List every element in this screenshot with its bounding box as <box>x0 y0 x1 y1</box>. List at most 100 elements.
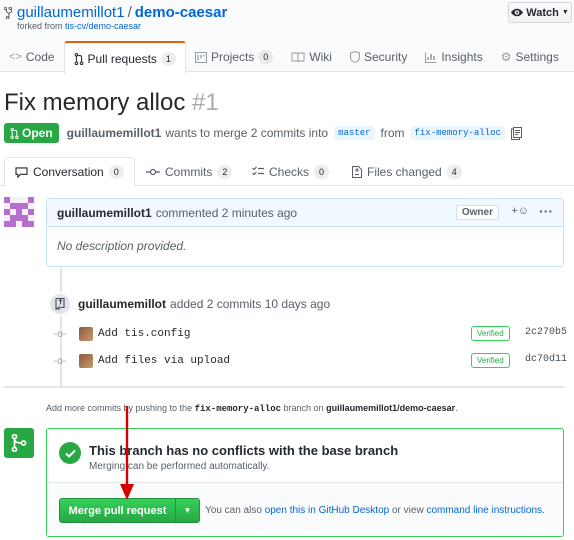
repo-nav: <> Code Pull requests 1 Projects 0 Wiki … <box>0 41 568 74</box>
avatar[interactable] <box>79 327 93 341</box>
status-badge: Open <box>4 123 59 143</box>
comment-header: guillaumemillot1 commented 2 minutes ago… <box>47 199 563 227</box>
watch-label: Watch <box>526 6 559 19</box>
tab-code-label: Code <box>25 50 55 64</box>
tab-insights[interactable]: Insights <box>416 41 491 73</box>
tab-commits-label: Commits <box>165 164 213 179</box>
add-reaction-button[interactable]: +☺ <box>511 205 529 217</box>
fork-icon <box>4 7 13 20</box>
tab-pull-requests[interactable]: Pull requests 1 <box>63 41 186 74</box>
identicon-icon <box>4 197 34 227</box>
eye-icon <box>511 8 524 17</box>
tab-settings-label: Settings <box>515 50 559 64</box>
command-line-link[interactable]: command line instructions <box>426 505 542 516</box>
status-label: Open <box>22 126 53 140</box>
push-hint-middle: branch on <box>283 403 324 413</box>
timeline-action: added 2 commits 10 days ago <box>170 297 331 311</box>
commit-message-link[interactable]: Add tis.config <box>98 328 190 340</box>
comment-box: guillaumemillot1 commented 2 minutes ago… <box>46 198 564 267</box>
tab-wiki-label: Wiki <box>309 50 332 64</box>
merge-actions: Merge pull request ▼ You can also open t… <box>47 482 563 536</box>
timeline-author-link[interactable]: guillaumemillot <box>78 297 166 311</box>
tab-commits-count: 2 <box>217 164 233 179</box>
push-hint-repo: guillaumemillot1/demo-caesar <box>326 403 456 413</box>
merge-method-dropdown[interactable]: ▼ <box>175 498 200 523</box>
tab-settings[interactable]: ⚙ Settings <box>492 41 568 73</box>
base-branch[interactable]: master <box>334 126 375 140</box>
forked-from-text: forked from tis-cv/demo-caesar <box>17 21 141 31</box>
commit-sha-link[interactable]: dc70d11 <box>525 354 567 365</box>
tab-projects[interactable]: Projects 0 <box>186 41 282 73</box>
tab-conversation-count: 0 <box>108 165 124 179</box>
merge-box: This branch has no conflicts with the ba… <box>46 428 564 537</box>
clipboard-icon[interactable] <box>510 126 522 140</box>
merge-hint: You can also open this in GitHub Desktop… <box>205 505 545 516</box>
tab-wiki[interactable]: Wiki <box>282 41 341 73</box>
timeline-event: guillaumemillot added 2 commits 10 days … <box>48 292 331 316</box>
pull-request-icon <box>10 127 19 139</box>
push-hint: Add more commits by pushing to the fix-m… <box>46 403 458 414</box>
merge-hint-prefix: You can also <box>205 505 262 516</box>
commit-icon: -o- <box>53 328 67 340</box>
repo-slash: / <box>127 4 132 21</box>
push-hint-suffix: . <box>455 403 458 413</box>
repo-header: guillaumemillot1/demo-caesar forked from… <box>0 0 574 74</box>
file-diff-icon <box>352 165 362 178</box>
avatar[interactable] <box>4 197 34 227</box>
merge-status-subtitle: Merging can be performed automatically. <box>89 461 270 472</box>
list-item: -o- Add files via upload Verified dc70d1… <box>53 352 567 370</box>
divider <box>4 386 564 388</box>
tab-code[interactable]: <> Code <box>0 41 64 73</box>
comment-timestamp: commented 2 minutes ago <box>155 205 298 220</box>
head-branch[interactable]: fix-memory-alloc <box>410 126 505 140</box>
tab-projects-label: Projects <box>210 50 255 64</box>
tab-checks-label: Checks <box>269 164 310 179</box>
pr-author-link[interactable]: guillaumemillot1 <box>67 126 162 140</box>
gear-icon: ⚙ <box>500 50 512 64</box>
tab-security[interactable]: Security <box>341 41 416 73</box>
merge-icon <box>4 428 34 458</box>
push-hint-prefix: Add more commits by pushing to the <box>46 403 193 413</box>
pr-meta: Open guillaumemillot1 wants to merge 2 c… <box>4 123 522 143</box>
pr-from-text: from <box>380 126 405 140</box>
tab-projects-count: 0 <box>258 50 274 64</box>
merge-hint-middle: or view <box>391 505 424 516</box>
owner-badge: Owner <box>455 205 499 220</box>
tab-pull-requests-count: 1 <box>160 51 176 66</box>
merge-pull-request-button[interactable]: Merge pull request <box>59 498 176 523</box>
more-options-icon[interactable]: ··· <box>539 203 553 219</box>
push-hint-branch: fix-memory-alloc <box>194 404 282 414</box>
watch-button[interactable]: Watch ▼ <box>508 2 572 23</box>
commit-sha-link[interactable]: 2c270b5 <box>525 327 567 338</box>
check-icon <box>59 442 81 464</box>
tab-files-changed-count: 4 <box>446 164 462 179</box>
tab-files-changed[interactable]: Files changed 4 <box>342 157 472 186</box>
commit-icon <box>146 168 160 175</box>
tab-conversation[interactable]: Conversation 0 <box>4 157 135 187</box>
tab-checks[interactable]: Checks 0 <box>242 157 339 186</box>
verified-badge[interactable]: Verified <box>471 326 510 341</box>
tab-security-label: Security <box>363 50 408 64</box>
comment-author-link[interactable]: guillaumemillot1 <box>57 206 152 220</box>
commit-message-link[interactable]: Add files via upload <box>98 355 230 367</box>
pull-request-icon <box>74 52 83 65</box>
pr-merge-text: wants to merge 2 commits into <box>165 126 329 140</box>
tab-commits[interactable]: Commits 2 <box>136 157 242 186</box>
avatar[interactable] <box>79 354 93 368</box>
graph-icon <box>425 52 437 63</box>
chevron-down-icon: ▼ <box>561 9 569 16</box>
repo-name-link[interactable]: demo-caesar <box>135 4 228 21</box>
pr-title-text: Fix memory alloc <box>4 89 186 116</box>
open-desktop-link[interactable]: open this in GitHub Desktop <box>265 505 390 516</box>
list-item: -o- Add tis.config Verified 2c270b5 <box>53 325 567 343</box>
comment-icon <box>15 166 28 178</box>
repo-owner-link[interactable]: guillaumemillot1 <box>17 4 125 21</box>
comment-body: No description provided. <box>57 239 187 253</box>
checklist-icon <box>252 166 264 176</box>
page-title: Fix memory alloc #1 <box>4 88 219 118</box>
tab-pull-requests-label: Pull requests <box>87 51 157 66</box>
forked-from-link[interactable]: tis-cv/demo-caesar <box>65 21 141 31</box>
verified-badge[interactable]: Verified <box>471 353 510 368</box>
repo-title: guillaumemillot1/demo-caesar <box>4 4 227 22</box>
merge-hint-suffix: . <box>542 505 545 516</box>
